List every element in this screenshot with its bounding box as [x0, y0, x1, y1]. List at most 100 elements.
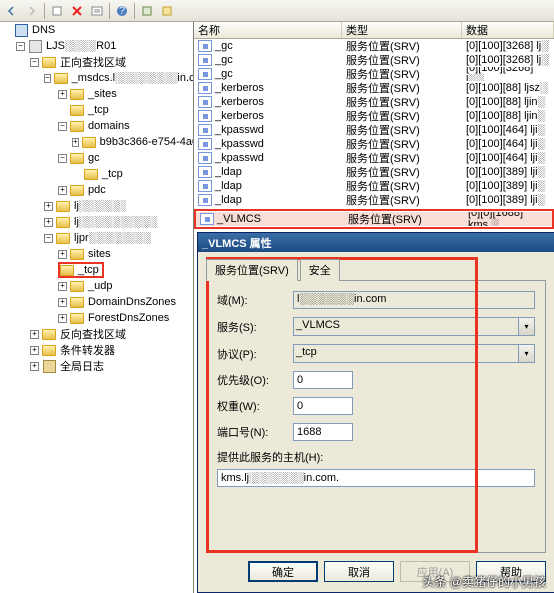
chevron-down-icon: ▾ [518, 318, 534, 335]
priority-input[interactable] [293, 371, 353, 389]
service-select[interactable]: _VLMCS▾ [293, 317, 535, 336]
weight-input[interactable] [293, 397, 353, 415]
tree-server[interactable]: −LJS░░░░R01 [16, 38, 193, 54]
new-button[interactable] [48, 2, 66, 20]
record-icon [198, 110, 212, 122]
collapse-icon[interactable]: − [16, 42, 25, 51]
collapse-icon[interactable]: − [58, 154, 67, 163]
folder-icon [42, 55, 56, 69]
port-input[interactable] [293, 423, 353, 441]
table-row[interactable]: _ldap服务位置(SRV)[0][100][389] lji░ [194, 165, 554, 179]
col-data[interactable]: 数据 [462, 22, 554, 38]
tab-srv[interactable]: 服务位置(SRV) [206, 259, 298, 281]
expand-icon[interactable]: + [58, 298, 67, 307]
tree-fwd-zones[interactable]: −正向查找区域 [30, 54, 193, 70]
dns-icon [14, 23, 28, 37]
weight-label: 权重(W): [217, 398, 293, 414]
help-button[interactable]: ? [113, 2, 131, 20]
table-row[interactable]: _kpasswd服务位置(SRV)[0][100][464] lji░ [194, 151, 554, 165]
table-row[interactable]: _VLMCS服务位置(SRV)[0][0][1688] kms.░ [196, 212, 552, 226]
table-row[interactable]: _ldap服务位置(SRV)[0][100][389] lji░ [194, 193, 554, 207]
table-row[interactable]: _gc服务位置(SRV)[0][100][3268] l░░ [194, 67, 554, 81]
tree-forestdnszones[interactable]: +ForestDnsZones [58, 310, 193, 326]
expand-icon[interactable]: + [30, 362, 39, 371]
expand-icon[interactable]: + [72, 138, 79, 147]
expand-icon[interactable]: + [30, 330, 39, 339]
expand-icon[interactable]: + [58, 250, 67, 259]
ok-button[interactable]: 确定 [248, 561, 318, 582]
record-icon [198, 124, 212, 136]
tree-tcp3-highlighted[interactable]: _tcp [58, 262, 104, 278]
tab-panel: 域(M):l░░░░░░░in.com 服务(S):_VLMCS▾ 协议(P):… [206, 280, 546, 553]
folder-icon [56, 231, 70, 245]
host-input[interactable] [217, 469, 535, 487]
expand-icon[interactable]: + [58, 186, 67, 195]
record-icon [198, 54, 212, 66]
tree-conditional[interactable]: +条件转发器 [30, 342, 193, 358]
table-row[interactable]: _kpasswd服务位置(SRV)[0][100][464] lji░ [194, 123, 554, 137]
tree-msdcs[interactable]: −_msdcs.l░░░░░░░░in.com [44, 70, 193, 86]
folder-icon [70, 87, 84, 101]
folder-icon [70, 311, 84, 325]
tree-tcp2[interactable]: _tcp [72, 166, 193, 182]
expand-icon[interactable]: + [58, 282, 67, 291]
domain-label: 域(M): [217, 292, 293, 308]
table-row[interactable]: _kerberos服务位置(SRV)[0][100][88] ljsz░ [194, 81, 554, 95]
tree-gc[interactable]: −gc [58, 150, 193, 166]
properties-button[interactable] [88, 2, 106, 20]
tree-domains[interactable]: −domains [58, 118, 193, 134]
tree-lj1[interactable]: +lj░░░░░░ [44, 198, 193, 214]
table-row[interactable]: _kerberos服务位置(SRV)[0][100][88] ljin░ [194, 109, 554, 123]
refresh-button[interactable] [158, 2, 176, 20]
tree-root[interactable]: DNS [2, 22, 193, 38]
folder-icon [70, 151, 84, 165]
collapse-icon[interactable]: − [58, 122, 67, 131]
tree-sites2[interactable]: +sites [58, 246, 193, 262]
cancel-button[interactable]: 取消 [324, 561, 394, 582]
book-icon [42, 359, 56, 373]
collapse-icon[interactable]: − [44, 74, 51, 83]
delete-button[interactable] [68, 2, 86, 20]
tree-sites[interactable]: +_sites [58, 86, 193, 102]
tree-ljpr[interactable]: −ljpr░░░░░░░░ [44, 230, 193, 246]
table-row[interactable]: _kpasswd服务位置(SRV)[0][100][464] lji░ [194, 137, 554, 151]
table-row[interactable]: _gc服务位置(SRV)[0][100][3268] lj░ [194, 39, 554, 53]
expand-icon[interactable]: + [30, 346, 39, 355]
expand-icon[interactable]: + [44, 218, 53, 227]
domain-value: l░░░░░░░in.com [293, 291, 535, 309]
col-name[interactable]: 名称 [194, 22, 342, 38]
folder-icon [56, 215, 70, 229]
record-icon [198, 82, 212, 94]
tree-tcp[interactable]: _tcp [58, 102, 193, 118]
forward-button[interactable] [23, 2, 41, 20]
tree-domaindnszones[interactable]: +DomainDnsZones [58, 294, 193, 310]
collapse-icon[interactable]: − [30, 58, 39, 67]
host-label: 提供此服务的主机(H): [217, 449, 535, 465]
proto-label: 协议(P): [217, 346, 293, 362]
back-button[interactable] [3, 2, 21, 20]
tree-lj2[interactable]: +lj░░░░░░░░░░ [44, 214, 193, 230]
folder-icon [84, 167, 98, 181]
record-icon [198, 152, 212, 164]
toolbar: ? [0, 0, 554, 22]
expand-icon[interactable]: + [44, 202, 53, 211]
table-row[interactable]: _gc服务位置(SRV)[0][100][3268] lj░ [194, 53, 554, 67]
folder-icon [70, 295, 84, 309]
record-icon [198, 138, 212, 150]
tree-udp[interactable]: +_udp [58, 278, 193, 294]
table-row[interactable]: _kerberos服务位置(SRV)[0][100][88] ljin░ [194, 95, 554, 109]
table-row[interactable]: _ldap服务位置(SRV)[0][100][389] lji░ [194, 179, 554, 193]
expand-icon[interactable]: + [58, 314, 67, 323]
tab-security[interactable]: 安全 [300, 259, 340, 281]
col-type[interactable]: 类型 [342, 22, 462, 38]
expand-icon[interactable]: + [58, 90, 67, 99]
tree-pdc[interactable]: +pdc [58, 182, 193, 198]
tree-rev-zones[interactable]: +反向查找区域 [30, 326, 193, 342]
tree-guid[interactable]: +b9b3c366-e754-4a0e-… [72, 134, 193, 150]
collapse-icon[interactable]: − [44, 234, 53, 243]
folder-icon [42, 343, 56, 357]
folder-icon [60, 263, 74, 277]
filter-button[interactable] [138, 2, 156, 20]
proto-select[interactable]: _tcp▾ [293, 344, 535, 363]
tree-global-log[interactable]: +全局日志 [30, 358, 193, 374]
